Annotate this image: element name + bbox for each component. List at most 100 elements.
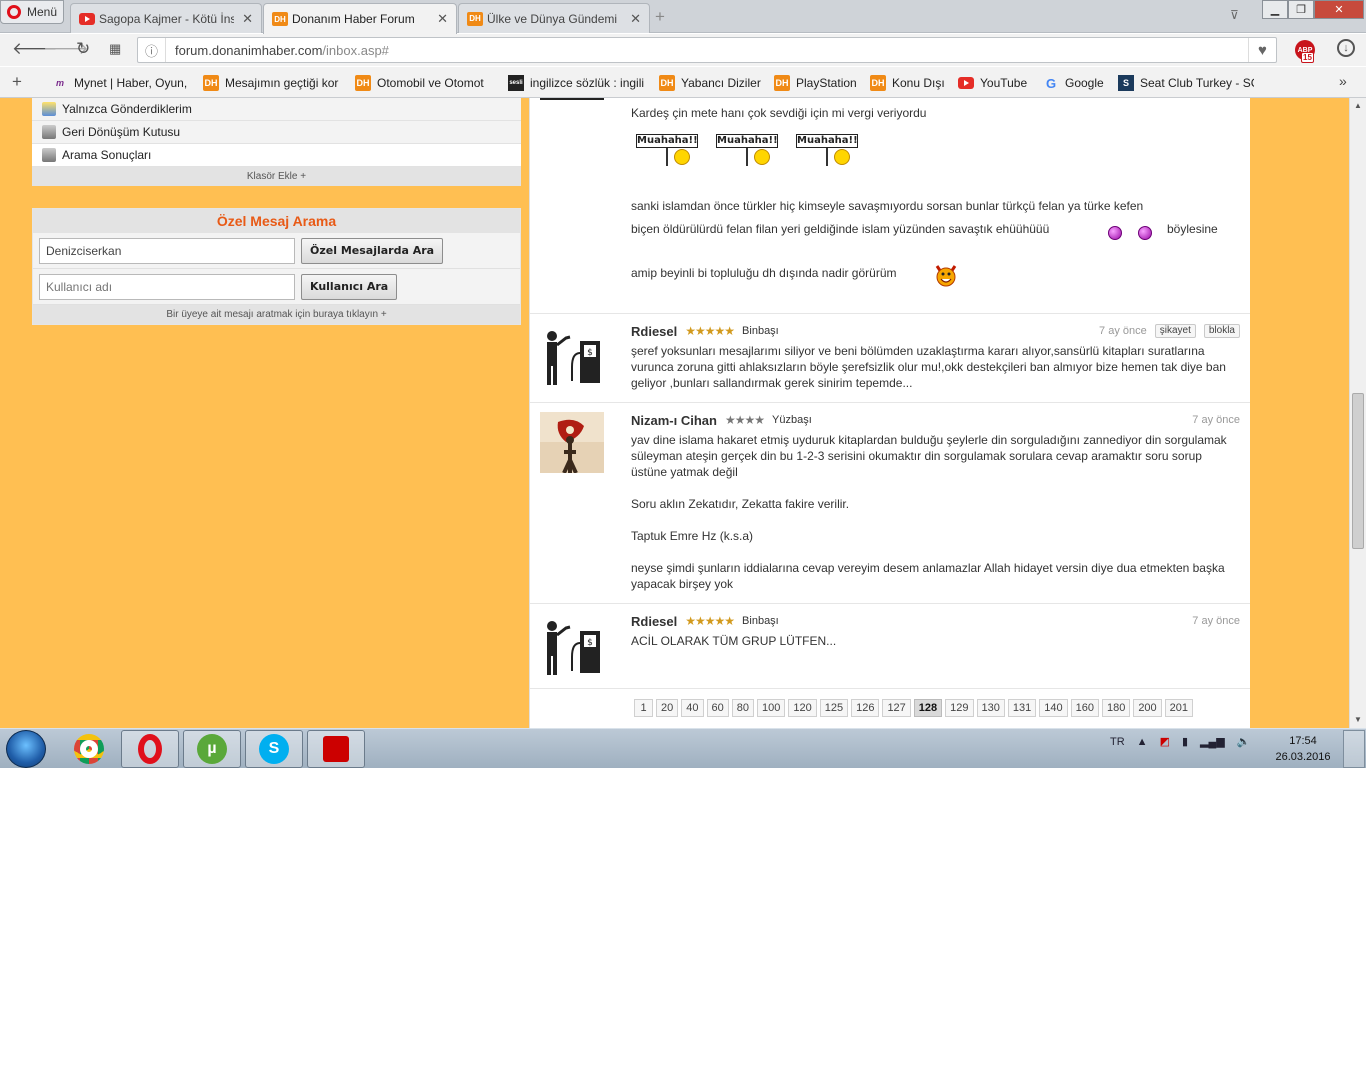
report-button[interactable]: şikayet [1154,324,1196,338]
taskbar-chrome[interactable] [60,730,118,768]
page-link[interactable]: 129 [945,699,974,717]
tab-donanim-haber[interactable]: DH Donanım Haber Forum ✕ [263,3,457,34]
tab-sagopa[interactable]: Sagopa Kajmer - Kötü İnsa ✕ [70,3,262,33]
page-link[interactable]: 127 [882,699,911,717]
add-folder-link[interactable]: Klasör Ekle + [32,167,521,186]
page-link[interactable]: 128 [913,699,943,717]
message-text: sanki islamdan önce türkler hiç kimseyle… [631,199,1144,213]
site-info-icon[interactable]: ⓘ [138,38,166,62]
bookmark-seat-club[interactable]: S Seat Club Turkey - SC [1118,74,1254,92]
message-text: şeref yoksunları mesajlarımı siliyor ve … [631,344,1226,390]
page-link[interactable]: 130 [976,699,1005,717]
bookmark-sesli-sozluk[interactable]: sesli ingilizce sözlük : ingili [508,74,645,92]
add-bookmark-icon[interactable]: + [12,72,22,92]
page-link[interactable]: 80 [731,699,754,717]
speed-dial-icon[interactable]: ▦ [109,39,121,59]
clock[interactable]: 17:54 26.03.2016 [1268,733,1338,765]
message-item: Nizam-ı Cihan ★★★★ Yüzbaşı 7 ay önce yav… [530,403,1250,604]
opera-menu-button[interactable]: Menü [0,0,64,24]
navigation-bar: 🡐 🡒 ↻ ▦ ⓘ forum.donanimhaber.com /inbox.… [0,34,1366,66]
search-user-button[interactable]: Kullanıcı Ara [301,273,398,300]
antivirus-icon[interactable]: ◩ [1160,735,1170,748]
folder-sent-only[interactable]: Yalnızca Gönderdiklerim [32,98,521,121]
close-window-button[interactable]: ✕ [1314,0,1364,19]
close-icon[interactable]: ✕ [242,11,253,27]
taskbar-acrobat[interactable] [307,730,365,768]
tab-gundem[interactable]: DH Ülke ve Dünya Gündemi ✕ [458,3,650,33]
bookmark-google[interactable]: G Google [1043,74,1109,92]
system-tray: TR ▲ ◩ ▮ ▂▄▆ 🔈 [1110,735,1251,749]
reload-icon[interactable]: ↻ [76,39,90,59]
page-link[interactable]: 125 [819,699,849,717]
battery-icon[interactable]: ▮ [1182,735,1188,748]
bookmarks-overflow-icon[interactable]: » [1339,73,1347,89]
username-search-input[interactable] [39,273,295,300]
scroll-down-icon[interactable]: ▼ [1350,712,1366,728]
bookmark-label: Mynet | Haber, Oyun, [74,76,187,90]
bookmark-yabanci-diziler[interactable]: DH Yabancı Diziler [659,74,764,92]
bookmark-konu-disi[interactable]: DH Konu Dışı [870,74,948,92]
show-desktop-button[interactable] [1343,730,1365,768]
download-icon[interactable]: ↓ [1337,39,1355,57]
page-link[interactable]: 100 [757,699,786,717]
tray-expand-icon[interactable]: ▲ [1137,736,1148,748]
scrollbar-thumb[interactable] [1352,393,1364,549]
language-indicator[interactable]: TR [1110,736,1125,748]
rank-stars: ★★★★★ [685,324,735,338]
heart-icon[interactable]: ♥ [1248,38,1276,62]
page-link[interactable]: 60 [706,699,729,717]
page-link[interactable]: 180 [1101,699,1131,717]
message-text: Kardeş çin mete hanı çok sevdiği için mi… [631,106,927,120]
page-link[interactable]: 126 [851,699,880,717]
taskbar-skype[interactable]: S [245,730,303,768]
search-messages-button[interactable]: Özel Mesajlarda Ara [301,237,444,264]
svg-text:$: $ [587,638,593,648]
page-link[interactable]: 20 [656,699,679,717]
username[interactable]: Rdiesel [631,324,677,339]
block-button[interactable]: blokla [1203,324,1240,338]
folder-recycle-bin[interactable]: Geri Dönüşüm Kutusu [32,121,521,144]
seat-icon: S [1118,75,1134,91]
username[interactable]: Rdiesel [631,614,677,629]
folder-label: Arama Sonuçları [62,148,152,162]
bookmark-otomobil[interactable]: DH Otomobil ve Otomot [355,74,493,92]
maximize-button[interactable]: ❐ [1288,0,1314,19]
url-path: /inbox.asp# [322,42,389,58]
dh-icon: DH [659,75,675,91]
dh-icon: DH [272,12,288,26]
page-link[interactable]: 140 [1039,699,1068,717]
page-link[interactable]: 120 [788,699,817,717]
start-button[interactable] [6,730,46,768]
inbox-sidebar: Yalnızca Gönderdiklerim Geri Dönüşüm Kut… [32,98,521,325]
message-date: 7 ay önce [1192,414,1240,426]
vertical-scrollbar[interactable]: ▲ ▼ [1349,98,1366,728]
bookmark-playstation[interactable]: DH PlayStation [774,74,860,92]
search-member-link[interactable]: Bir üyeye ait mesajı aratmak için buraya… [33,305,520,324]
bookmark-mynet[interactable]: m Mynet | Haber, Oyun, [52,74,187,92]
close-icon[interactable]: ✕ [437,11,448,27]
message-date: 7 ay önce [1099,325,1147,337]
new-tab-icon[interactable]: + [655,7,665,27]
folder-search-results[interactable]: Arama Sonuçları [32,144,521,167]
message-search-input[interactable] [39,237,295,264]
page-link[interactable]: 160 [1070,699,1099,717]
network-icon[interactable]: ▂▄▆ [1200,735,1225,748]
username[interactable]: Nizam-ı Cihan [631,413,717,428]
page-link[interactable]: 1 [634,699,653,717]
page-link[interactable]: 200 [1133,699,1162,717]
page-link[interactable]: 131 [1007,699,1037,717]
laughing-smiley-icon: Muahaha!! [716,131,778,167]
page-link[interactable]: 201 [1164,699,1194,717]
taskbar-opera[interactable] [121,730,179,768]
close-icon[interactable]: ✕ [630,11,641,27]
page-link[interactable]: 40 [681,699,704,717]
bookmark-youtube[interactable]: YouTube [958,74,1033,92]
volume-icon[interactable]: 🔈 [1237,735,1251,748]
bookmark-mesajimin[interactable]: DH Mesajımın geçtiği kor [203,74,340,92]
message-paragraph: yav dine islama hakaret etmiş uyduruk ki… [631,433,1227,479]
tab-menu-icon[interactable]: ⊽ [1230,8,1239,22]
address-bar[interactable]: ⓘ forum.donanimhaber.com /inbox.asp# ♥ [137,37,1277,63]
minimize-button[interactable]: ▁ [1262,0,1288,19]
scroll-up-icon[interactable]: ▲ [1350,98,1366,114]
taskbar-utorrent[interactable]: µ [183,730,241,768]
